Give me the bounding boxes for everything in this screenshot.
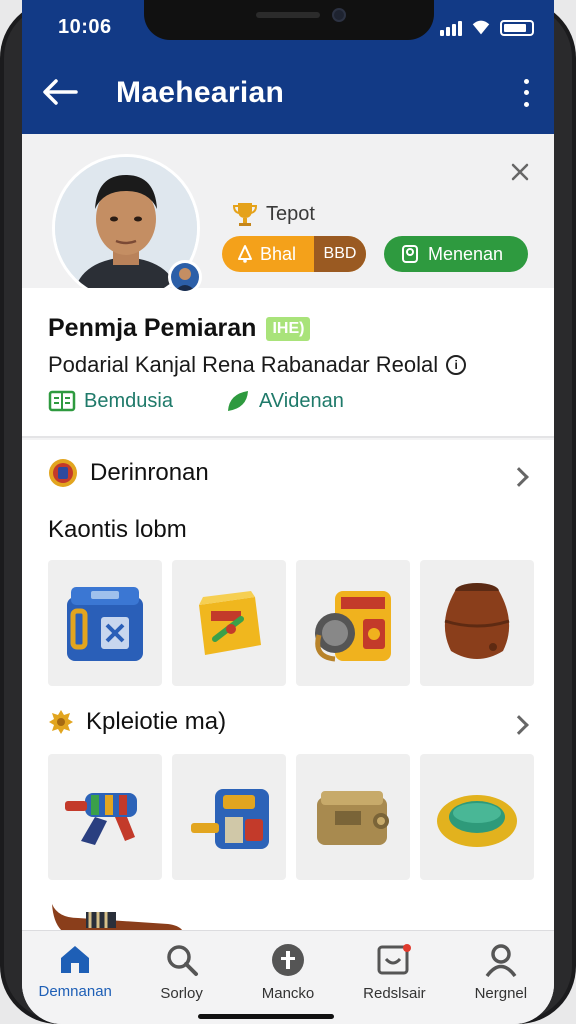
- green-pill-button[interactable]: Menenan: [384, 236, 528, 272]
- wifi-icon: [472, 20, 490, 35]
- section-subtitle-1: Kaontis lobm: [48, 516, 187, 543]
- info-circle-icon[interactable]: i: [446, 355, 467, 375]
- gold-ring-item-image: [437, 795, 517, 847]
- link-bemdusia[interactable]: Bemdusia: [48, 388, 173, 414]
- section-title-2: Kpleiotie ma): [86, 708, 227, 735]
- nav-search[interactable]: Sorloy: [128, 931, 234, 1024]
- nav-label: Sorloy: [160, 985, 203, 1002]
- signal-icon: [440, 21, 462, 36]
- toy-blaster-item-image: [65, 793, 137, 845]
- nav-profile[interactable]: Nergnel: [448, 931, 554, 1024]
- items-grid-1: [48, 560, 534, 686]
- shield-badge-icon: [49, 459, 77, 487]
- back-button[interactable]: [38, 72, 82, 112]
- section-header-kpleiotie[interactable]: Kpleiotie ma): [48, 708, 226, 736]
- item-tile[interactable]: [420, 754, 534, 880]
- person-icon: [485, 944, 517, 977]
- notch: [144, 0, 434, 40]
- nav-messages[interactable]: Redslsair: [341, 931, 447, 1024]
- clay-pot-item-image: [444, 583, 510, 659]
- item-tile[interactable]: [48, 754, 162, 880]
- orange-pill-button[interactable]: Bhal BBD: [222, 236, 366, 272]
- camera: [332, 8, 346, 22]
- chevron-right-icon[interactable]: [509, 715, 529, 735]
- secondary-avatar[interactable]: [168, 260, 202, 294]
- nav-label: Demnanan: [38, 983, 112, 1000]
- more-menu-button[interactable]: [514, 76, 538, 110]
- trophy-row: Tepot: [232, 200, 315, 228]
- item-tile[interactable]: [420, 560, 534, 686]
- person-outline-icon: [402, 245, 418, 263]
- profile-links: Bemdusia AVidenan: [48, 388, 344, 414]
- profile-header: Tepot Bhal BBD Menenan: [22, 134, 554, 302]
- status-icons: [440, 18, 534, 36]
- trophy-icon: [232, 203, 258, 226]
- section-title-1: Derinronan: [90, 459, 209, 486]
- search-icon: [166, 945, 198, 976]
- bottom-nav: Demnanan Sorloy Mancko Redslsair Nergnel: [22, 930, 554, 1024]
- link-avidenan-label: AVidenan: [258, 389, 344, 412]
- name-row: Penmja Pemiaran IHE): [48, 314, 311, 343]
- bronze-case-item-image: [317, 791, 389, 845]
- home-icon: [61, 946, 90, 973]
- item-tile[interactable]: [296, 754, 410, 880]
- item-tile[interactable]: [172, 560, 286, 686]
- profile-tag-badge: IHE): [266, 316, 311, 341]
- nav-info[interactable]: Mancko: [235, 931, 341, 1024]
- gear-box-item-image: [315, 591, 391, 662]
- horn-item-image: [52, 904, 182, 930]
- green-pill-label: Menenan: [428, 243, 504, 264]
- book-icon: [48, 390, 76, 412]
- bell-icon: [238, 245, 252, 263]
- content-section: Derinronan Kaontis lobm Kpleiotie ma): [22, 440, 554, 930]
- item-tile[interactable]: [172, 754, 286, 880]
- profile-info: Penmja Pemiaran IHE) Podarial Kanjal Ren…: [22, 288, 554, 438]
- app-bar: Maehearian: [22, 56, 554, 134]
- link-bemdusia-label: Bemdusia: [84, 389, 173, 412]
- trophy-label: Tepot: [266, 202, 315, 225]
- battery-icon: [500, 20, 534, 36]
- orange-pill-label: Bhal: [260, 243, 297, 264]
- profile-subtitle-row: Podarial Kanjal Rena Rabanadar Reolal i: [48, 352, 467, 378]
- arrow-left-icon: [43, 79, 78, 105]
- status-time: 10:06: [58, 16, 112, 38]
- message-icon: [377, 944, 412, 975]
- close-icon[interactable]: [508, 160, 532, 184]
- profile-name: Penmja Pemiaran: [48, 314, 257, 342]
- info-icon: [272, 944, 305, 976]
- orange-pill-value: BBD: [314, 236, 366, 272]
- section-header-derinronan[interactable]: Derinronan: [48, 458, 209, 488]
- yellow-cube-item-image: [199, 591, 261, 655]
- leaf-icon: [227, 391, 248, 411]
- nav-label: Mancko: [261, 985, 315, 1002]
- item-tile[interactable]: [48, 560, 162, 686]
- profile-subtitle: Podarial Kanjal Rena Rabanadar Reolal: [48, 352, 439, 377]
- nav-label: Nergnel: [474, 985, 528, 1002]
- nav-label: Redslsair: [363, 985, 426, 1002]
- nav-home[interactable]: Demnanan: [22, 931, 128, 1024]
- screen: 10:06 Maehearian Tepot Bhal BBD Menenan …: [22, 0, 554, 1024]
- items-grid-2: [48, 754, 534, 880]
- chevron-right-icon[interactable]: [509, 467, 529, 487]
- page-title: Maehearian: [116, 76, 285, 109]
- partial-item: [48, 896, 188, 930]
- home-indicator[interactable]: [198, 1014, 334, 1019]
- small-device-item-image: [191, 789, 269, 849]
- blue-box-item-image: [67, 587, 143, 661]
- speaker: [256, 12, 320, 18]
- sun-badge-icon: [49, 710, 73, 734]
- item-tile[interactable]: [296, 560, 410, 686]
- link-avidenan[interactable]: AVidenan: [225, 388, 344, 414]
